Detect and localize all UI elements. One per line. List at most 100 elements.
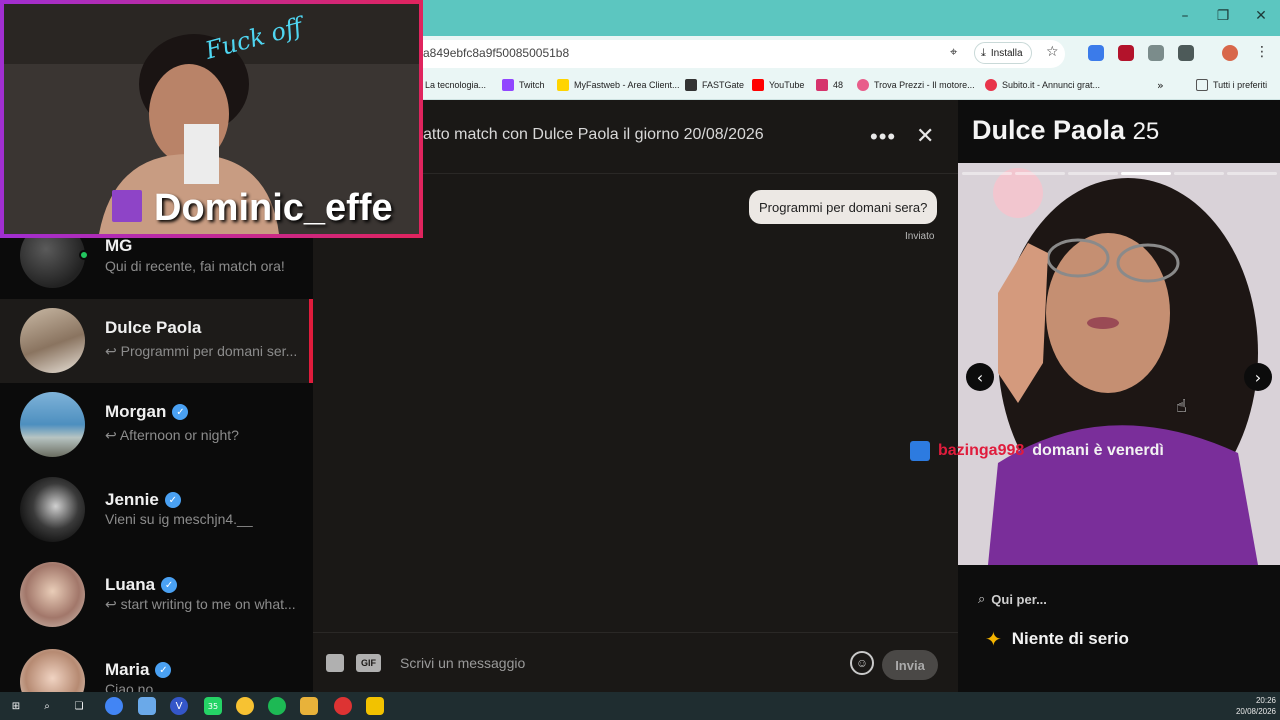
bookmark-item[interactable]: Subito.it - Annunci grat...: [985, 77, 1100, 93]
bookmark-item[interactable]: FASTGate: [685, 77, 744, 93]
twitch-chat-icon: [910, 441, 930, 461]
puzzle-icon[interactable]: [1178, 45, 1194, 61]
profile-age: 25: [1132, 118, 1160, 145]
file-explorer-icon[interactable]: [300, 697, 318, 715]
task-view-icon[interactable]: ❏: [70, 697, 88, 715]
avatar: [20, 392, 85, 457]
conversation-item[interactable]: Dulce Paola ↩ Programmi per domani ser..…: [0, 299, 313, 383]
message-bubble: Programmi per domani sera?: [749, 190, 938, 224]
folder-icon: [1196, 79, 1208, 91]
bookmark-item[interactable]: 48: [816, 77, 843, 93]
conversation-item[interactable]: Maria ✓ Ciao no: [0, 638, 313, 692]
party-popper-icon: ✦: [985, 627, 1002, 651]
conversation-preview: Vieni su ig meschjn4.__: [105, 511, 253, 527]
hand-cursor-icon: ☝: [1176, 396, 1187, 417]
taskbar: [0, 692, 1280, 720]
conversation-name: Maria ✓: [105, 660, 172, 680]
streamer-name: Dominic_effe: [154, 187, 393, 229]
system-clock[interactable]: 20:26 20/08/2026: [1228, 695, 1276, 717]
verified-badge-icon: ✓: [155, 662, 172, 678]
avatar: [20, 308, 85, 373]
message-input[interactable]: [400, 650, 840, 676]
whatsapp-icon[interactable]: 35: [204, 697, 222, 715]
profile-avatar[interactable]: [1222, 45, 1238, 61]
spotify-icon[interactable]: [268, 697, 286, 715]
more-options-icon[interactable]: •••: [870, 124, 896, 150]
conversation-item[interactable]: Morgan ✓ ↩ Afternoon or night?: [0, 383, 313, 467]
conversation-preview: Qui di recente, fai match ora!: [105, 258, 285, 274]
more-bookmarks-icon[interactable]: »: [1157, 77, 1164, 93]
profile-photo-art: [958, 163, 1280, 565]
photo-icon[interactable]: [326, 654, 344, 672]
webcam-overlay: Fuck off Dominic_effe: [0, 0, 423, 238]
extension-icon-2[interactable]: [1148, 45, 1164, 61]
install-app-button[interactable]: ⤓ Installa: [974, 42, 1032, 64]
send-button[interactable]: Invia: [882, 650, 938, 680]
avatar: [20, 477, 85, 542]
conversation-item[interactable]: Luana ✓ ↩ start writing to me on what...: [0, 553, 313, 637]
divider: [313, 632, 958, 633]
relationship-intent: ✦ Niente di serio: [985, 627, 1129, 651]
conversation-name: MG: [105, 236, 133, 255]
twitch-icon: [112, 190, 142, 222]
bookmark-star-icon[interactable]: ☆: [1046, 44, 1059, 60]
bookmark-item[interactable]: YouTube: [752, 77, 804, 93]
install-icon: ⤓: [981, 46, 986, 59]
match-header: atto match con Dulce Paola il giorno 20/…: [423, 126, 764, 143]
search-icon: ⌕: [978, 592, 986, 607]
fastgate-icon: [685, 79, 697, 91]
gif-button[interactable]: GIF: [356, 654, 381, 672]
subito-icon: [985, 79, 997, 91]
vpn-icon[interactable]: V: [170, 697, 188, 715]
app-icon[interactable]: [334, 697, 352, 715]
maximize-icon[interactable]: ❐: [1204, 0, 1242, 32]
calendar-icon[interactable]: [138, 697, 156, 715]
all-bookmarks[interactable]: Tutti i preferiti: [1196, 77, 1267, 93]
photo-progress-segment: [1227, 172, 1277, 175]
extension-icon-1[interactable]: [1088, 45, 1104, 61]
bookmark-item[interactable]: Twitch: [502, 77, 545, 93]
minimize-icon[interactable]: –: [1166, 0, 1204, 32]
bookmark-item[interactable]: t La tecnologia...: [420, 77, 486, 93]
conversation-name: Dulce Paola: [105, 318, 202, 337]
verified-badge-icon: ✓: [161, 577, 178, 593]
bookmark-item[interactable]: Trova Prezzi - Il motore...: [857, 77, 975, 93]
chrome-icon[interactable]: [105, 697, 123, 715]
photo-progress-segment-active: [1121, 172, 1171, 175]
window-controls: – ❐ ✕: [1166, 0, 1280, 36]
bookmark-icon: [816, 79, 828, 91]
bookmark-item[interactable]: MyFastweb - Area Client...: [557, 77, 680, 93]
app-icon[interactable]: [366, 697, 384, 715]
conversation-preview: Ciao no: [105, 681, 154, 692]
twitch-icon: [502, 79, 514, 91]
verified-badge-icon: ✓: [164, 492, 181, 508]
shield-icon[interactable]: [1118, 45, 1134, 61]
windows-start-icon[interactable]: ⊞: [7, 697, 25, 715]
app-icon[interactable]: [236, 697, 254, 715]
verified-badge-icon: ✓: [172, 404, 189, 420]
emoji-icon[interactable]: ☺: [850, 651, 874, 675]
photo-progress-segment: [962, 172, 1012, 175]
previous-photo-icon[interactable]: ‹: [966, 363, 994, 391]
conversation-name: Luana ✓: [105, 575, 178, 595]
search-icon[interactable]: ⌕: [38, 697, 56, 715]
photo-progress-segment: [1015, 172, 1065, 175]
profile-photo[interactable]: [958, 163, 1280, 565]
trovaprezzi-icon: [857, 79, 869, 91]
close-window-icon[interactable]: ✕: [1242, 0, 1280, 32]
fastweb-icon: [557, 79, 569, 91]
conversation-preview: ↩ start writing to me on what...: [105, 596, 296, 612]
conversation-name: Jennie ✓: [105, 490, 181, 510]
photo-progress-segment: [1174, 172, 1224, 175]
stream-chat-overlay: bazinga998 domani è venerdì: [910, 441, 1164, 461]
menu-kebab-icon[interactable]: ⋮: [1255, 44, 1269, 60]
url-text[interactable]: a849ebfc8a9f500850051b8: [423, 46, 569, 60]
close-chat-icon[interactable]: ✕: [916, 124, 934, 149]
install-label: Installa: [990, 47, 1023, 59]
conversation-name: Morgan ✓: [105, 402, 189, 422]
location-icon[interactable]: ⌖: [950, 45, 957, 60]
conversation-item[interactable]: Jennie ✓ Vieni su ig meschjn4.__: [0, 468, 313, 552]
profile-name: Dulce Paola 25: [972, 115, 1160, 145]
next-photo-icon[interactable]: ›: [1244, 363, 1272, 391]
chat-username: bazinga998: [938, 442, 1025, 459]
